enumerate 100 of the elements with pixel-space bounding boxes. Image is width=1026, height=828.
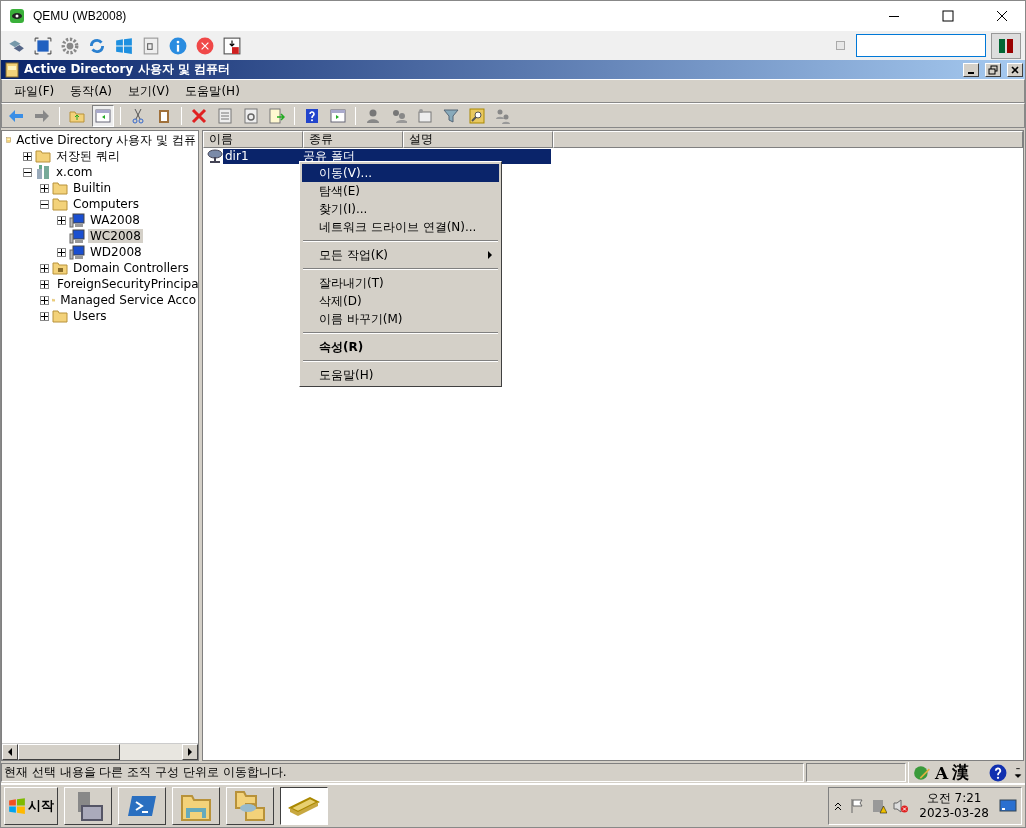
plus-icon[interactable] [58, 248, 65, 256]
cut-icon [130, 107, 146, 124]
indicator-icon [998, 37, 1014, 54]
scroll-thumb[interactable] [18, 744, 120, 760]
network-warning-icon [871, 798, 888, 814]
menu-item[interactable]: 삭제(D) [302, 292, 499, 310]
ou-add-icon [417, 107, 433, 124]
status-text: 현재 선택 내용을 다른 조직 구성 단위로 이동합니다. [1, 763, 804, 782]
menu-item[interactable]: 속성(R) [302, 338, 499, 356]
eject-window-icon [223, 36, 241, 55]
help-circle-icon [989, 763, 1007, 782]
list-cell[interactable]: dir1 [223, 148, 301, 164]
language-button[interactable]: A [935, 762, 949, 783]
tree-pane-icon [95, 107, 111, 124]
minimize-icon [968, 71, 974, 74]
menu-item[interactable]: 모든 작업(K) [302, 246, 499, 264]
menu-item[interactable]: 이동(V)... [302, 164, 499, 182]
speaker-muted-icon [893, 798, 910, 814]
keyboard-key-icon [142, 36, 160, 55]
computer-icon [69, 228, 85, 244]
tree-item[interactable]: Active Directory 사용자 및 컴퓨 [14, 131, 198, 149]
computer-icon [69, 212, 85, 228]
clock-date: 2023-03-28 [919, 806, 989, 821]
windows-icon [115, 36, 133, 55]
tree-item[interactable]: Users [71, 309, 109, 323]
users-icon [391, 107, 407, 124]
settings-icon [61, 36, 79, 55]
close-icon [1011, 65, 1019, 74]
domain-icon [35, 164, 51, 180]
group-icon [495, 107, 511, 124]
menu-item[interactable]: 파일(F) [6, 82, 63, 100]
desktop-icon[interactable] [999, 798, 1017, 814]
menu-item[interactable]: 도움말(H) [177, 82, 248, 100]
minimize-icon [889, 15, 899, 17]
clock-time: 오전 7:21 [926, 791, 982, 806]
help-icon [304, 107, 320, 124]
restore-icon [988, 64, 998, 75]
minimize-button[interactable] [963, 62, 979, 77]
window-title: QEMU (WB2008) [33, 9, 128, 23]
tree-item[interactable]: ForeignSecurityPrincipa [55, 277, 198, 291]
menu-item[interactable]: 동작(A) [62, 82, 120, 100]
tree-item[interactable]: Builtin [71, 181, 114, 195]
scroll-right-button[interactable] [182, 744, 198, 760]
share-icon [207, 148, 223, 164]
plus-icon[interactable] [41, 280, 48, 288]
tree-item[interactable]: x.com [54, 165, 95, 179]
checkbox[interactable] [836, 41, 845, 50]
start-button[interactable]: 시작 [4, 787, 58, 825]
restore-button[interactable] [985, 62, 1001, 77]
menu-item[interactable]: 보기(V) [119, 82, 178, 100]
plus-icon[interactable] [41, 184, 48, 192]
taskbar-button[interactable] [280, 787, 328, 825]
export-icon [269, 107, 285, 124]
scrollbar[interactable] [2, 743, 198, 760]
menu-item[interactable]: 이름 바꾸기(M) [302, 310, 499, 328]
menu-item[interactable]: 찾기(I)... [302, 200, 499, 218]
submenu-arrow-icon [488, 251, 493, 259]
tree-item[interactable]: WD2008 [88, 245, 144, 259]
column-header[interactable]: 설명 [403, 131, 553, 148]
tree-item[interactable]: WC2008 [88, 229, 143, 243]
tree-item[interactable]: Computers [71, 197, 141, 211]
language-button[interactable]: 漢 [952, 761, 970, 784]
options-icon [1011, 765, 1025, 780]
plus-icon[interactable] [41, 312, 48, 320]
tree-item[interactable]: 저장된 쿼리 [54, 147, 122, 165]
user-icon [365, 107, 381, 124]
menu-item[interactable]: 도움말(H) [302, 366, 499, 384]
plus-icon[interactable] [41, 296, 48, 304]
tree-item[interactable]: Domain Controllers [71, 261, 191, 275]
eject-window-button[interactable] [221, 34, 243, 57]
refresh-icon [243, 107, 259, 124]
column-header[interactable]: 이름 [203, 131, 303, 148]
plus-icon[interactable] [41, 264, 48, 272]
forward-icon [34, 107, 50, 124]
globe-pencil-icon [913, 763, 931, 782]
arrow-right-icon [187, 748, 193, 756]
ou-icon [52, 260, 68, 276]
tree-item[interactable]: WA2008 [88, 213, 142, 227]
fullscreen-button[interactable] [32, 34, 54, 57]
close-icon [994, 8, 1010, 24]
windows-flag-icon [8, 797, 26, 815]
tree-pane-button[interactable] [92, 104, 114, 127]
close-button[interactable] [1007, 62, 1023, 77]
menu-item[interactable]: 잘라내기(T) [302, 274, 499, 292]
menu-item[interactable]: 탐색(E) [302, 182, 499, 200]
column-header[interactable]: 종류 [303, 131, 403, 148]
menu-item[interactable]: 네트워크 드라이브 연결(N)... [302, 218, 499, 236]
input-field[interactable] [856, 34, 986, 57]
chevron-up-icon[interactable] [833, 801, 844, 811]
paste-icon [156, 107, 172, 124]
status-button[interactable] [991, 32, 1021, 59]
plus-icon[interactable] [58, 216, 65, 224]
plus-icon[interactable] [24, 152, 31, 160]
maximize-icon [940, 8, 956, 24]
filter-icon [443, 107, 459, 124]
sync-icon [88, 36, 106, 55]
scroll-left-button[interactable] [2, 744, 18, 760]
arrow-left-icon [7, 748, 13, 756]
flag-icon [849, 798, 866, 814]
tree-item[interactable]: Managed Service Acco [58, 293, 198, 307]
